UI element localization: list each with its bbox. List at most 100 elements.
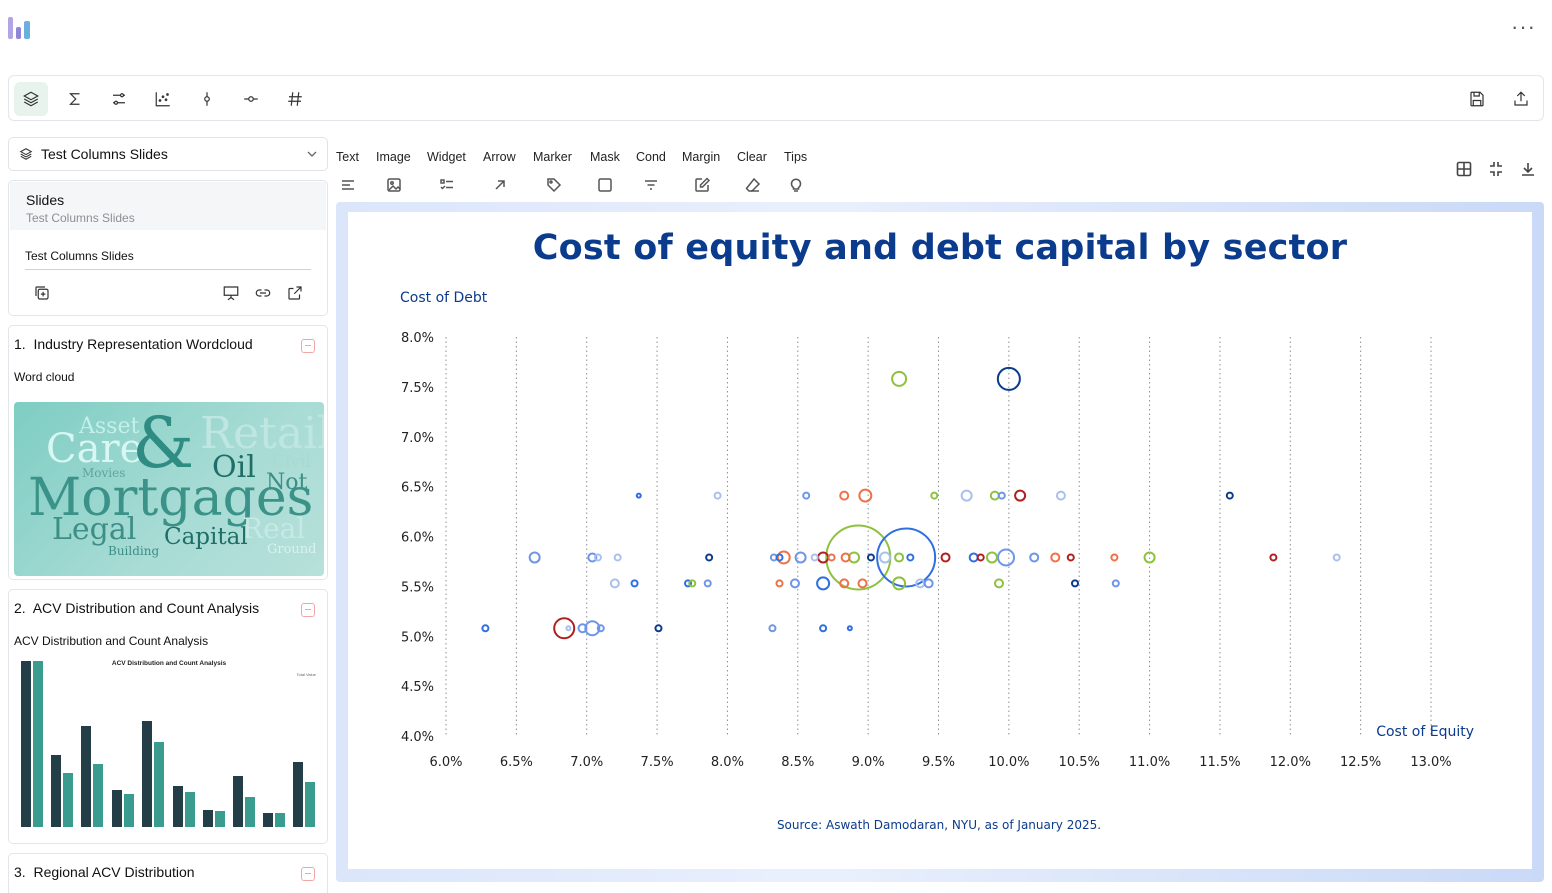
data-point [789,578,800,589]
data-point [923,578,934,589]
image-icon [387,178,401,192]
insert-cond-button[interactable] [643,177,659,193]
y-tick-label: 8.0% [401,331,434,346]
grid-toggle-button[interactable] [1456,161,1472,177]
insert-arrow-button[interactable] [492,177,508,193]
insert-marker-button[interactable] [546,177,562,193]
data-point [997,491,1006,500]
collapse-icon[interactable] [301,603,315,617]
copy-plus-icon [35,286,49,300]
insert-image-label[interactable]: Image [376,150,411,164]
filters-button[interactable] [102,82,136,116]
tag-icon [547,178,562,193]
slide-number: 3. [14,864,26,880]
slides-card-title: Slides [26,192,65,208]
slides-select[interactable]: Test Columns Slides [8,137,328,171]
x-tick-label: 8.0% [711,755,744,770]
slide-item-header: 2. ACV Distribution and Count Analysis [14,600,259,616]
slide-item-1[interactable]: 1. Industry Representation Wordcloud Wor… [8,325,328,580]
slides-card: Slides Test Columns Slides Test Columns … [8,180,328,316]
insert-widget-label[interactable]: Widget [427,150,466,164]
insert-tips-button[interactable] [788,177,804,193]
present-button[interactable] [222,284,240,302]
layers-icon [23,91,39,107]
save-button[interactable] [1460,82,1494,116]
vertical-node-icon [204,92,210,106]
data-point [894,552,905,563]
data-point [705,553,714,562]
data-point [985,551,998,564]
slide-item-header: 3. Regional ACV Distribution [14,864,195,880]
data-point [891,370,908,387]
data-point [775,553,784,562]
insert-tips-label[interactable]: Tips [784,150,807,164]
y-tick-label: 6.5% [401,481,434,496]
data-point [635,492,642,499]
x-tick-label: 8.5% [781,755,814,770]
number-format-button[interactable] [278,82,312,116]
scatter-chart[interactable]: 6.0% 6.5% 7.0% 7.5% 8.0% 8.5% 9.0% 9.5% 10.0% 10.… [348,212,1532,869]
open-external-button[interactable] [286,284,304,302]
word: Capital [164,524,248,550]
data-point [1029,552,1040,563]
insert-image-button[interactable] [386,177,402,193]
data-point [630,579,639,588]
word: Building [108,544,160,558]
insert-clear-button[interactable] [745,177,761,193]
copy-link-button[interactable] [254,284,272,302]
layers-button[interactable] [14,82,48,116]
insert-mask-button[interactable] [597,177,613,193]
y-axis-label: Cost of Debt [400,290,488,306]
collapse-icon[interactable] [301,867,315,881]
insert-cond-label[interactable]: Cond [636,150,666,164]
arrow-up-right-icon [495,180,505,190]
bar-chart-thumbnail[interactable]: ACV Distribution and Count Analysis Tota… [14,654,324,840]
download-button[interactable] [1520,161,1536,177]
add-slide-button[interactable] [33,284,51,302]
data-point [1014,489,1027,502]
data-point [930,491,939,500]
vertical-axis-button[interactable] [190,82,224,116]
insert-text-button[interactable] [340,177,356,193]
insert-clear-label[interactable]: Clear [737,150,767,164]
slide-subtitle: Word cloud [14,370,75,384]
data-point [768,624,777,633]
x-tick-label: 11.0% [1129,755,1170,770]
insert-marker-label[interactable]: Marker [533,150,572,164]
x-tick-label: 9.5% [922,755,955,770]
slide-item-2[interactable]: 2. ACV Distribution and Count Analysis A… [8,589,328,844]
data-point [528,551,541,564]
y-tick-label: 7.0% [401,431,434,446]
slide-title: Industry Representation Wordcloud [33,336,253,352]
word: Ground [267,542,317,557]
formula-button[interactable] [58,82,92,116]
slide-item-header: 1. Industry Representation Wordcloud [14,336,253,352]
eraser-icon [745,177,761,192]
insert-mask-label[interactable]: Mask [590,150,620,164]
x-tick-label: 10.5% [1059,755,1100,770]
collapse-icon[interactable] [301,339,315,353]
app-logo-icon[interactable] [8,15,34,41]
share-button[interactable] [1504,82,1538,116]
y-tick-label: 5.5% [401,580,434,595]
insert-widget-button[interactable] [439,177,455,193]
sidebar: Test Columns Slides Slides Test Columns … [8,137,328,893]
slides-name-field[interactable]: Test Columns Slides [25,249,311,270]
link-icon [255,289,271,297]
insert-text-label[interactable]: Text [336,150,359,164]
insert-margin-button[interactable] [694,177,711,193]
data-point [846,625,853,632]
more-options-button[interactable]: ··· [1511,14,1536,40]
wordcloud-thumbnail[interactable]: Asset Care & Retail Oil Civil Movies Not… [14,402,324,576]
insert-arrow-label[interactable]: Arrow [483,150,516,164]
horizontal-axis-button[interactable] [234,82,268,116]
slide-canvas[interactable]: Cost of equity and debt capital by secto… [348,212,1532,869]
fit-view-button[interactable] [1488,161,1504,177]
data-point [997,548,1016,567]
data-point [1225,491,1234,500]
slide-item-3[interactable]: 3. Regional ACV Distribution [8,853,328,893]
x-tick-label: 7.0% [570,755,603,770]
chart-type-button[interactable] [146,82,180,116]
save-icon [1470,91,1484,107]
insert-margin-label[interactable]: Margin [682,150,720,164]
